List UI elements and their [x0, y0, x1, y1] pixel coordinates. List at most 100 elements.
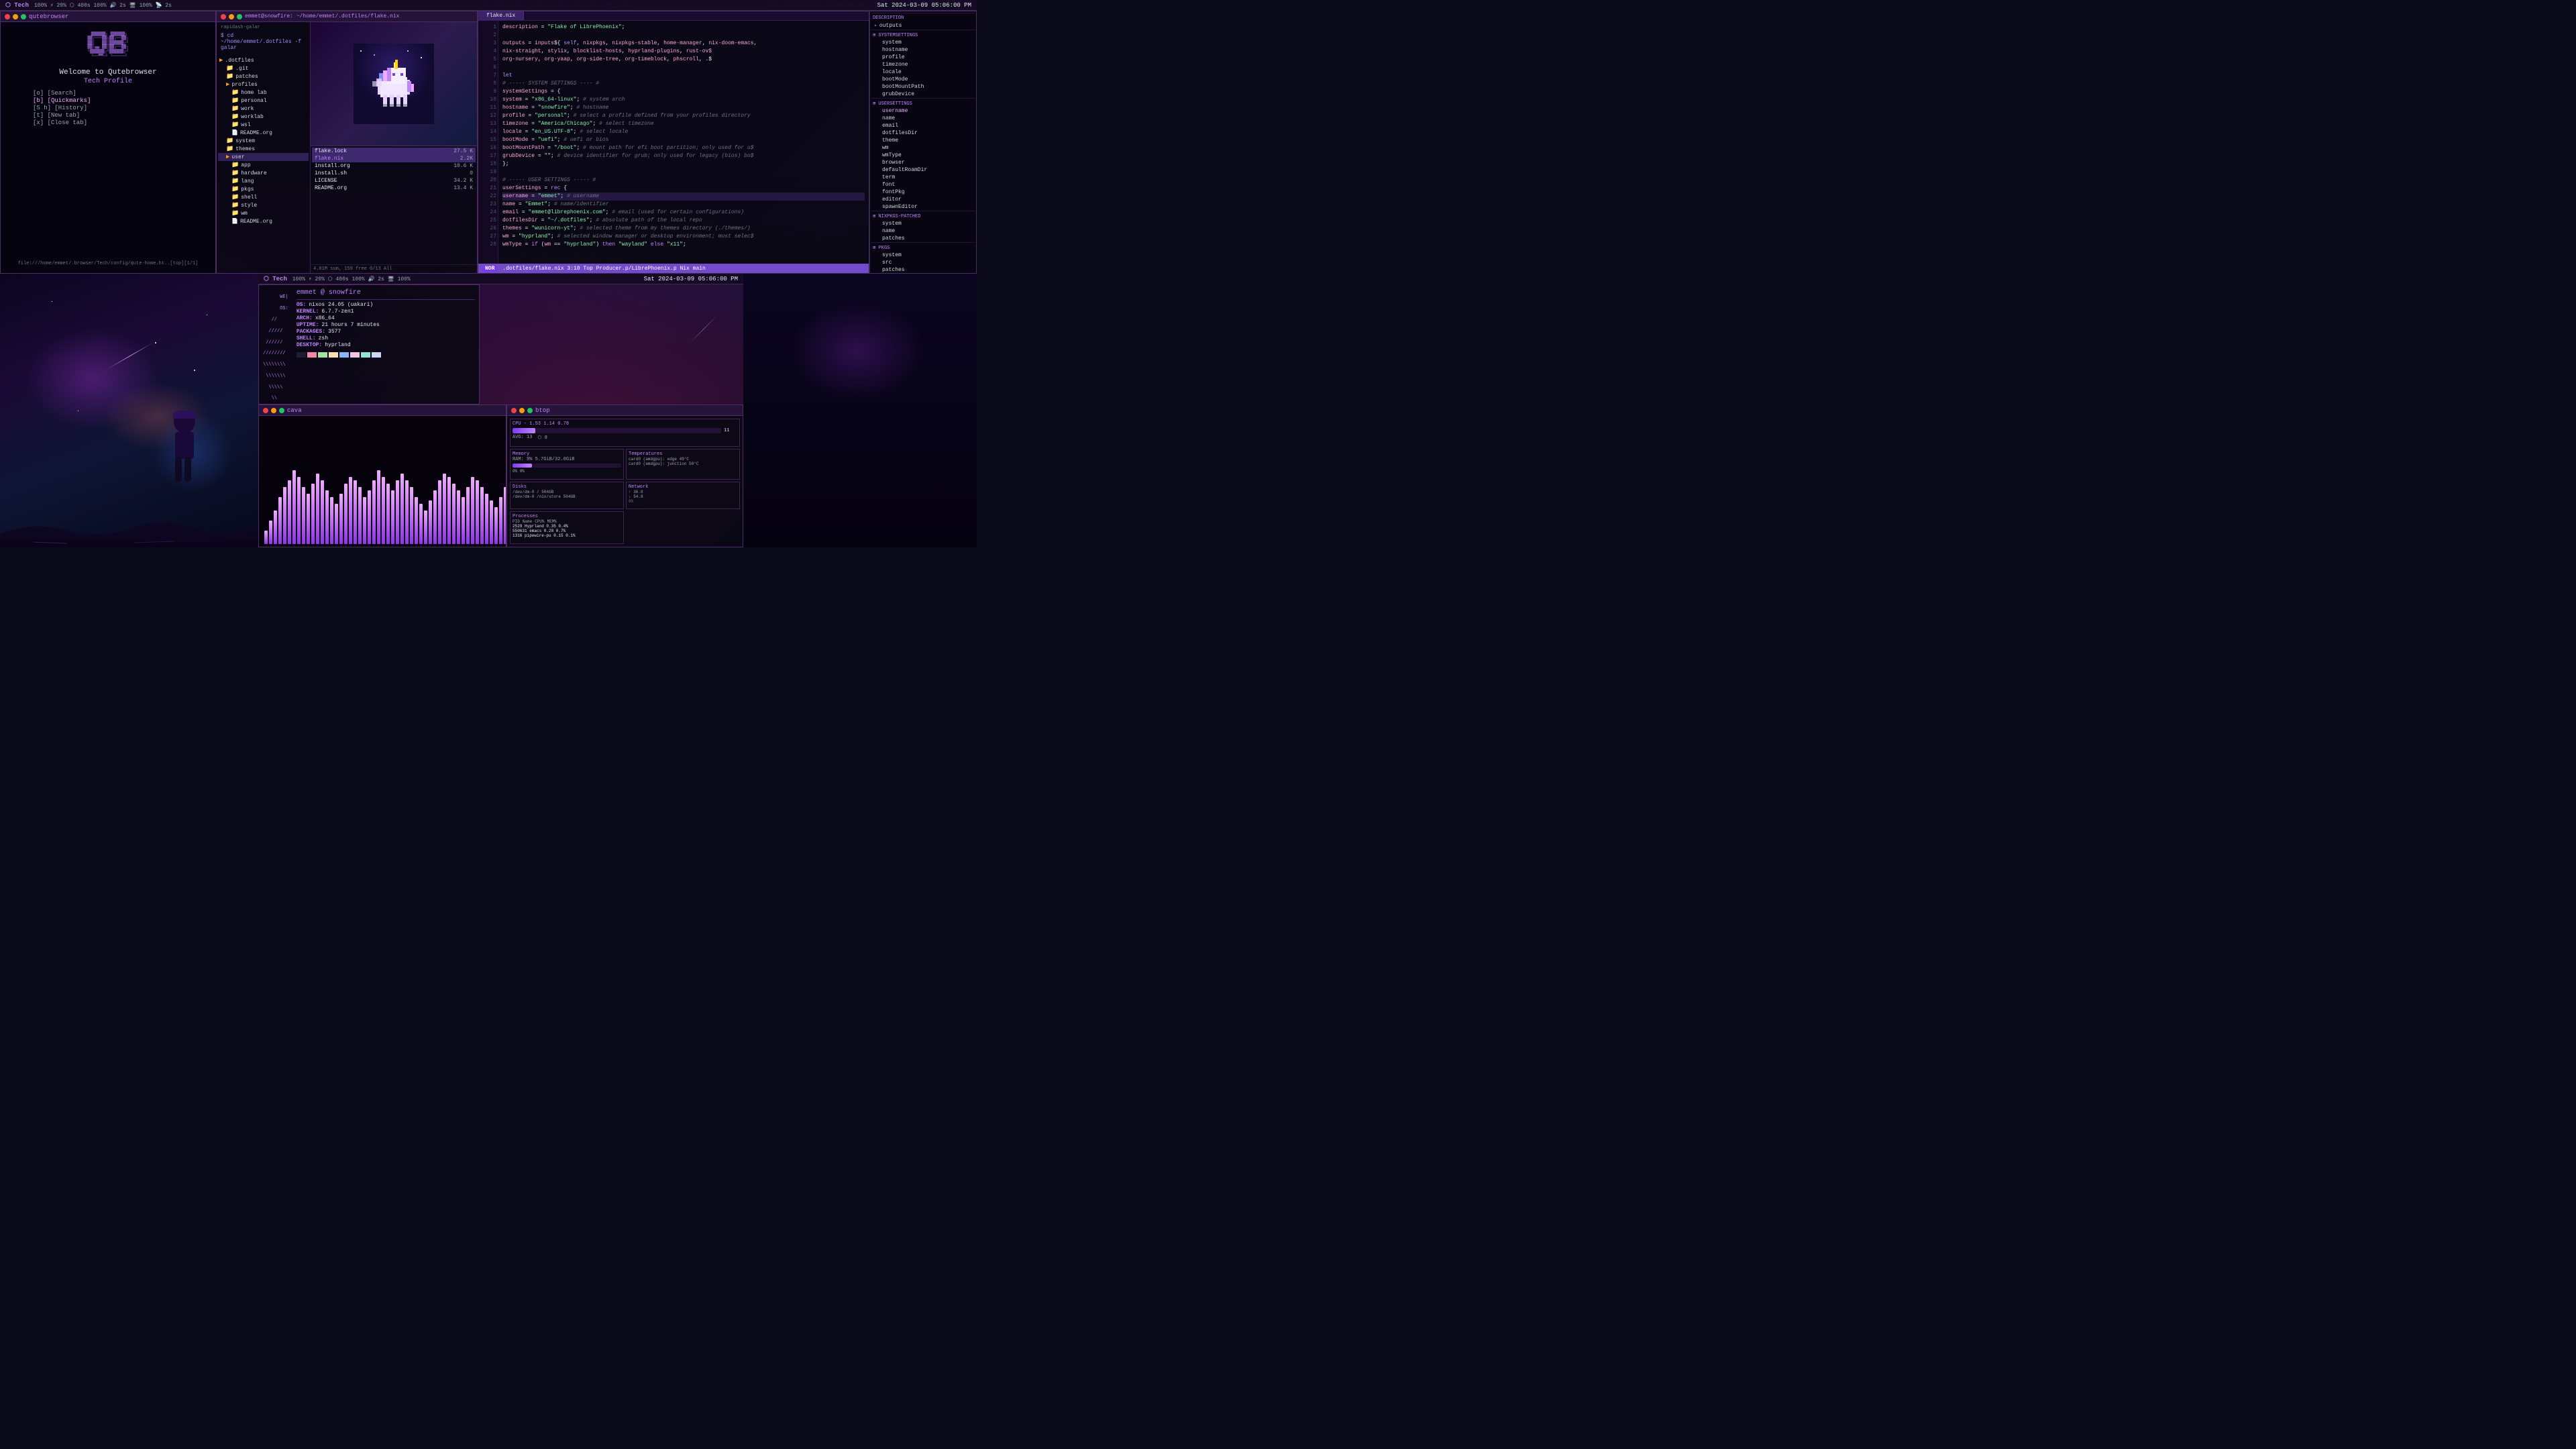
tree-profile[interactable]: profile: [871, 54, 975, 61]
tree-np-patches[interactable]: patches: [871, 235, 975, 242]
fm-file-installorg[interactable]: install.org10.6 K: [312, 162, 476, 170]
fm-dir-patches[interactable]: 📁patches: [218, 72, 309, 80]
neofetch-row-kernel: KERNEL: 6.7.7-zen1: [297, 309, 475, 315]
tree-font[interactable]: font: [871, 181, 975, 189]
tree-timezone[interactable]: timezone: [871, 61, 975, 68]
viz-bar-38: [443, 474, 446, 544]
browser-menu-search[interactable]: [o] [Search]: [19, 90, 197, 97]
btop-min[interactable]: [519, 408, 525, 413]
neofetch-row-shell: SHELL: zsh: [297, 335, 475, 341]
editor-tabs: flake.nix: [478, 11, 869, 21]
fm-dir-tree: ▶.dotfiles 📁.git 📁patches ▶profiles 📁hom…: [218, 56, 309, 225]
tree-pkgs-patches[interactable]: patches: [871, 266, 975, 273]
tree-name[interactable]: name: [871, 115, 975, 122]
fm-dir-pkgs[interactable]: 📁pkgs: [218, 185, 309, 193]
browser-menu: [o] [Search] [b] [Quickmarks] [S h] [His…: [6, 89, 210, 127]
fm-dir-hardware[interactable]: 📁hardware: [218, 169, 309, 177]
tree-outputs[interactable]: ▸ outputs: [871, 21, 975, 30]
browser-title: qutebrowser: [29, 13, 68, 20]
tree-editor[interactable]: editor: [871, 196, 975, 203]
tree-pkgs-src[interactable]: src: [871, 259, 975, 266]
btop-memory-section: Memory RAM: 9% 5.7GiB/32.0GiB 0% 0%: [510, 449, 624, 480]
tree-fontpkg[interactable]: fontPkg: [871, 189, 975, 196]
tree-username[interactable]: username: [871, 107, 975, 115]
fm-readme-user[interactable]: 📄README.org: [218, 217, 309, 225]
fm-dir-shell[interactable]: 📁shell: [218, 193, 309, 201]
btop-cpu-bar-bg: [513, 428, 721, 433]
fm-file-license[interactable]: LICENSE34.2 K: [312, 177, 476, 184]
viz-bar-6: [292, 470, 296, 544]
fm-dir-system[interactable]: 📁system: [218, 137, 309, 145]
close-dot[interactable]: [5, 14, 10, 19]
viz-close[interactable]: [263, 408, 268, 413]
fm-dir-user[interactable]: ▶user: [218, 153, 309, 161]
viz-bar-8: [302, 487, 305, 544]
fm-dir-homelab[interactable]: 📁home lab: [218, 89, 309, 97]
fm-close[interactable]: [221, 14, 226, 19]
fm-dir-style[interactable]: 📁style: [218, 201, 309, 209]
tree-bootmountpath[interactable]: bootMountPath: [871, 83, 975, 91]
tree-wm[interactable]: wm: [871, 144, 975, 152]
btop-close[interactable]: [511, 408, 517, 413]
fm-dir-wm[interactable]: 📁wm: [218, 209, 309, 217]
tree-bootmode[interactable]: bootMode: [871, 76, 975, 83]
topbar-bottom-label: ⬡ Tech: [264, 276, 287, 282]
fm-dir-themes[interactable]: 📁themes: [218, 145, 309, 153]
fm-dir-wsl[interactable]: 📁wsl: [218, 121, 309, 129]
fm-dir-profiles[interactable]: ▶profiles: [218, 80, 309, 89]
tree-hostname[interactable]: hostname: [871, 46, 975, 54]
editor-code-area[interactable]: description = "Flake of LibrePhoenix"; o…: [498, 21, 869, 264]
viz-bar-24: [377, 470, 380, 544]
fm-dir-app[interactable]: 📁app: [218, 161, 309, 169]
tree-defaultroamdir[interactable]: defaultRoamDir: [871, 166, 975, 174]
tree-np-system[interactable]: system: [871, 220, 975, 227]
tree-wmtype[interactable]: wmType: [871, 152, 975, 159]
viz-min[interactable]: [271, 408, 276, 413]
fm-file-installsh[interactable]: install.sh0: [312, 170, 476, 177]
editor-gutter: 12345 678910 1112131415 1617181920 21222…: [478, 21, 498, 264]
neofetch-val-desktop: hyprland: [325, 342, 350, 348]
btop-cpu-bars: 11: [513, 428, 737, 433]
tree-np-name[interactable]: name: [871, 227, 975, 235]
viz-bar-51: [504, 487, 506, 544]
tree-browser[interactable]: browser: [871, 159, 975, 166]
editor-tab-flakenix[interactable]: flake.nix: [478, 11, 524, 20]
browser-content: ██████╗ ██████╗ ██╔═══██╗██╔══██╗ ██║ ██…: [1, 22, 215, 273]
browser-menu-quickmarks[interactable]: [b] [Quickmarks]: [19, 97, 197, 104]
minimize-dot[interactable]: [13, 14, 18, 19]
tree-system[interactable]: system: [871, 39, 975, 46]
fm-dir-worklab[interactable]: 📁worklab: [218, 113, 309, 121]
fm-dir-readme-profiles[interactable]: 📄README.org: [218, 129, 309, 137]
browser-menu-closetab[interactable]: [x] [Close tab]: [19, 119, 197, 126]
fm-dir-lang[interactable]: 📁lang: [218, 177, 309, 185]
browser-menu-newtab[interactable]: [t] [New tab]: [19, 112, 197, 119]
tree-dotfilesdir[interactable]: dotfilesDir: [871, 129, 975, 137]
fm-min[interactable]: [229, 14, 234, 19]
tree-term[interactable]: term: [871, 174, 975, 181]
fm-file-flakelock[interactable]: flake.lock27.5 K: [312, 148, 476, 155]
fm-max[interactable]: [237, 14, 242, 19]
btop-max[interactable]: [527, 408, 533, 413]
browser-menu-history[interactable]: [S h] [History]: [19, 105, 197, 111]
tree-locale[interactable]: locale: [871, 68, 975, 76]
fm-file-flakenix[interactable]: flake.nix2.2K: [312, 155, 476, 162]
btop-proc-hyprland: 2529 Hyprland 0.35 0.4%: [513, 524, 621, 529]
fm-file-readme[interactable]: README.org13.4 K: [312, 184, 476, 192]
editor-panel: nvim - .dotfiles/flake.nix flake.nix 123…: [478, 0, 869, 274]
tree-pkgs-system[interactable]: system: [871, 252, 975, 259]
fm-dir-dotfiles[interactable]: ▶.dotfiles: [218, 56, 309, 64]
fm-dir-git[interactable]: 📁.git: [218, 64, 309, 72]
viz-max[interactable]: [279, 408, 284, 413]
tree-spawneditor[interactable]: spawnEditor: [871, 203, 975, 211]
viz-bar-11: [316, 474, 319, 544]
fm-dir-personal[interactable]: 📁personal: [218, 97, 309, 105]
viz-bar-32: [415, 497, 418, 544]
maximize-dot[interactable]: [21, 14, 26, 19]
tree-theme[interactable]: theme: [871, 137, 975, 144]
tree-email[interactable]: email: [871, 122, 975, 129]
viz-bar-48: [490, 500, 493, 544]
tree-grubdevice[interactable]: grubDevice: [871, 91, 975, 98]
viz-bar-49: [494, 507, 498, 544]
swatch-6: [361, 352, 370, 358]
fm-dir-work[interactable]: 📁work: [218, 105, 309, 113]
